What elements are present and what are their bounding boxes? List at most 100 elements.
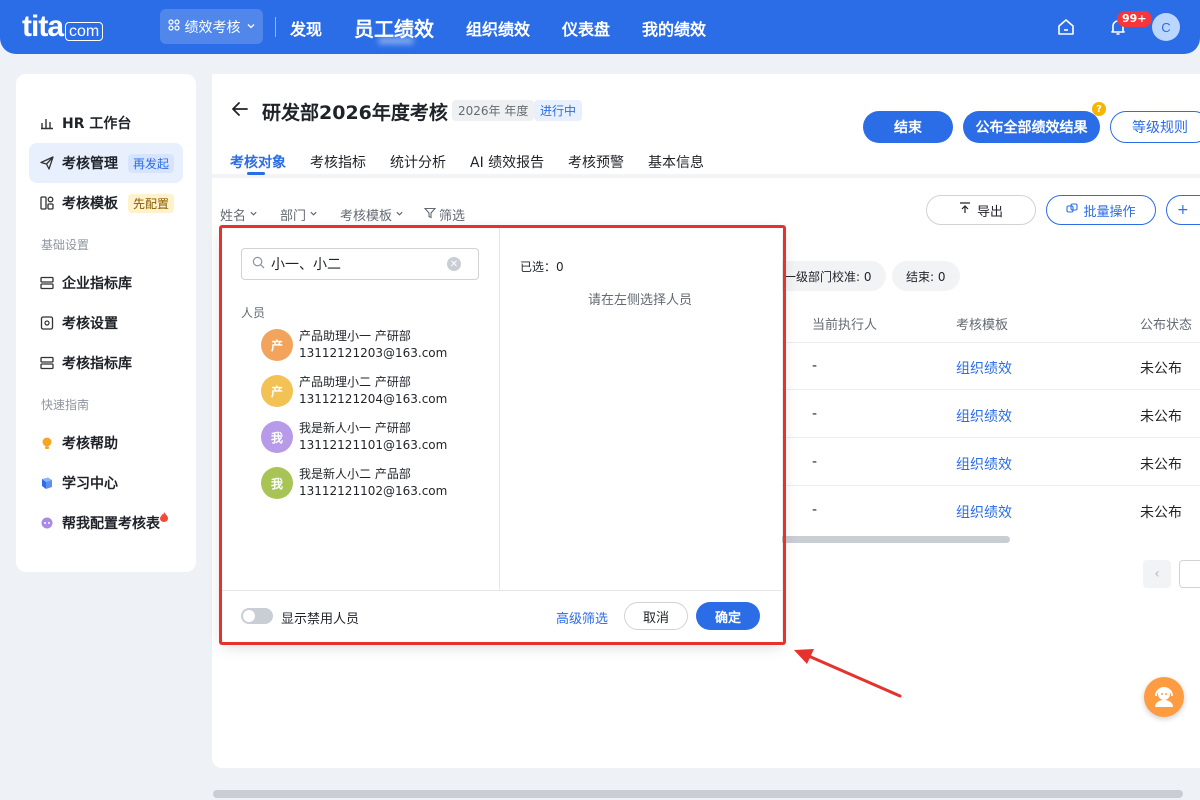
- sidebar-item-label: 考核帮助: [62, 436, 118, 452]
- person-name: 我是新人小一 产研部: [299, 421, 411, 435]
- grade-rules-button[interactable]: 等级规则: [1110, 111, 1200, 143]
- stat-dept-calibration[interactable]: 一级部门校准: 0: [770, 261, 886, 291]
- export-label: 导出: [976, 204, 1003, 220]
- column-header-publish-status: 公布状态: [1140, 318, 1193, 333]
- table-cell-template-link[interactable]: 组织绩效: [956, 358, 1012, 378]
- back-arrow-icon[interactable]: [230, 99, 250, 124]
- column-header-template: 考核模板: [956, 318, 1009, 333]
- filter-label: 部门: [280, 209, 307, 224]
- person-option[interactable]: 产 产品助理小一 产研部 13112121203@163.com: [261, 325, 481, 365]
- tab-review-objects[interactable]: 考核对象: [230, 152, 286, 172]
- sidebar-item-enterprise-kpi-library[interactable]: 企业指标库: [29, 263, 183, 303]
- filter-button[interactable]: 筛选: [423, 205, 466, 224]
- person-email: 13112121101@163.com: [299, 438, 448, 452]
- table-cell-executor: -: [812, 454, 818, 470]
- help-question-icon[interactable]: ?: [1092, 102, 1106, 116]
- sidebar-item-review-help[interactable]: 考核帮助: [29, 423, 183, 463]
- sidebar-item-hr-workbench[interactable]: HR 工作台: [29, 103, 183, 143]
- database-icon: [40, 356, 54, 370]
- filter-template[interactable]: 考核模板: [340, 205, 404, 224]
- settings-doc-icon: [40, 316, 54, 330]
- sidebar-item-review-settings[interactable]: 考核设置: [29, 303, 183, 343]
- tab-basic-info[interactable]: 基本信息: [648, 152, 704, 172]
- tab-review-warning[interactable]: 考核预警: [568, 152, 624, 172]
- page-title: 研发部2026年度考核: [262, 102, 448, 124]
- table-horizontal-scrollbar[interactable]: [780, 536, 1010, 543]
- table-divider: [772, 437, 1200, 438]
- table-cell-status: 未公布: [1140, 457, 1182, 473]
- tab-review-indicators[interactable]: 考核指标: [310, 152, 366, 172]
- configure-first-tag: 先配置: [128, 193, 175, 213]
- filter-name[interactable]: 姓名: [220, 205, 258, 224]
- end-button[interactable]: 结束: [863, 111, 953, 143]
- person-option[interactable]: 产 产品助理小二 产研部 13112121204@163.com: [261, 371, 481, 411]
- notification-badge: 99+: [1117, 11, 1152, 27]
- table-divider: [772, 485, 1200, 486]
- table-cell-template-link[interactable]: 组织绩效: [956, 502, 1012, 522]
- person-search-input[interactable]: [271, 256, 441, 272]
- tab-statistics[interactable]: 统计分析: [390, 152, 446, 172]
- publish-all-results-button[interactable]: 公布全部绩效结果: [963, 111, 1100, 143]
- avatar: 产: [261, 329, 293, 361]
- fire-icon: [160, 510, 168, 526]
- database-icon: [40, 276, 54, 290]
- nav-dashboard[interactable]: 仪表盘: [562, 16, 610, 40]
- add-button[interactable]: +: [1166, 195, 1200, 225]
- user-avatar[interactable]: C: [1152, 13, 1180, 41]
- pager-prev-button[interactable]: ‹: [1143, 560, 1171, 588]
- sidebar-item-label: HR 工作台: [62, 116, 132, 132]
- link-icon: [1066, 202, 1079, 218]
- sidebar-item-label: 学习中心: [62, 476, 118, 492]
- nav-my-performance[interactable]: 我的绩效: [642, 16, 706, 40]
- confirm-button[interactable]: 确定: [696, 602, 760, 630]
- app-switcher[interactable]: 绩效考核: [160, 9, 263, 44]
- pager-page-button[interactable]: [1179, 560, 1200, 588]
- chevron-down-icon: [309, 207, 318, 222]
- top-navigation-bar: tita com 绩效考核 发现 员工绩效 组织绩效 仪表盘 我的绩效 99+ C: [0, 0, 1200, 54]
- advanced-filter-link[interactable]: 高级筛选: [556, 608, 608, 627]
- section-basic-settings: 基础设置: [41, 238, 90, 252]
- filter-label: 筛选: [439, 209, 466, 224]
- table-cell-template-link[interactable]: 组织绩效: [956, 454, 1012, 474]
- sidebar-item-label: 考核指标库: [62, 356, 132, 372]
- person-option[interactable]: 我 我是新人小一 产研部 13112121101@163.com: [261, 417, 481, 457]
- grid-icon: [167, 18, 180, 35]
- popup-footer-divider: [222, 590, 782, 591]
- nav-discover[interactable]: 发现: [290, 16, 322, 40]
- home-icon[interactable]: [1056, 17, 1076, 37]
- tita-logo[interactable]: tita com: [22, 10, 104, 44]
- batch-label: 批量操作: [1083, 204, 1136, 220]
- person-search-box[interactable]: ✕: [241, 248, 479, 280]
- person-option[interactable]: 我 我是新人小二 产品部 13112121102@163.com: [261, 463, 481, 503]
- sidebar-item-review-management[interactable]: 考核管理 再发起: [29, 143, 183, 183]
- filter-department[interactable]: 部门: [280, 205, 318, 224]
- status-badge: 进行中: [534, 100, 583, 121]
- filter-label: 考核模板: [340, 209, 393, 224]
- tab-ai-report[interactable]: AI 绩效报告: [470, 152, 544, 172]
- table-cell-executor: -: [812, 406, 818, 422]
- lightbulb-icon: [40, 436, 54, 450]
- empty-selection-hint: 请在左侧选择人员: [587, 293, 692, 308]
- cancel-button[interactable]: 取消: [624, 602, 688, 630]
- table-cell-executor: -: [812, 358, 818, 374]
- table-cell-template-link[interactable]: 组织绩效: [956, 406, 1012, 426]
- page-horizontal-scrollbar[interactable]: [213, 790, 1183, 798]
- sidebar-item-review-template[interactable]: 考核模板 先配置: [29, 183, 183, 223]
- person-info: 我是新人小一 产研部 13112121101@163.com: [299, 420, 447, 454]
- sidebar-item-learning-center[interactable]: 学习中心: [29, 463, 183, 503]
- search-icon: [252, 256, 265, 273]
- nav-org-performance[interactable]: 组织绩效: [466, 16, 530, 40]
- funnel-icon: [423, 207, 437, 223]
- stat-finished[interactable]: 结束: 0: [892, 261, 960, 291]
- table-divider: [772, 389, 1200, 390]
- sidebar-item-label: 考核模板: [62, 196, 118, 212]
- sidebar-item-review-kpi-library[interactable]: 考核指标库: [29, 343, 183, 383]
- ai-assistant-icon[interactable]: [1144, 677, 1184, 717]
- sidebar-item-config-assistant[interactable]: 帮我配置考核表: [29, 503, 183, 543]
- clear-search-icon[interactable]: ✕: [447, 257, 461, 271]
- sidebar-item-label: 考核设置: [62, 316, 118, 332]
- show-disabled-toggle[interactable]: [241, 608, 273, 624]
- batch-operation-button[interactable]: 批量操作: [1046, 195, 1156, 225]
- export-button[interactable]: 导出: [926, 195, 1036, 225]
- nav-active-indicator: [378, 38, 414, 44]
